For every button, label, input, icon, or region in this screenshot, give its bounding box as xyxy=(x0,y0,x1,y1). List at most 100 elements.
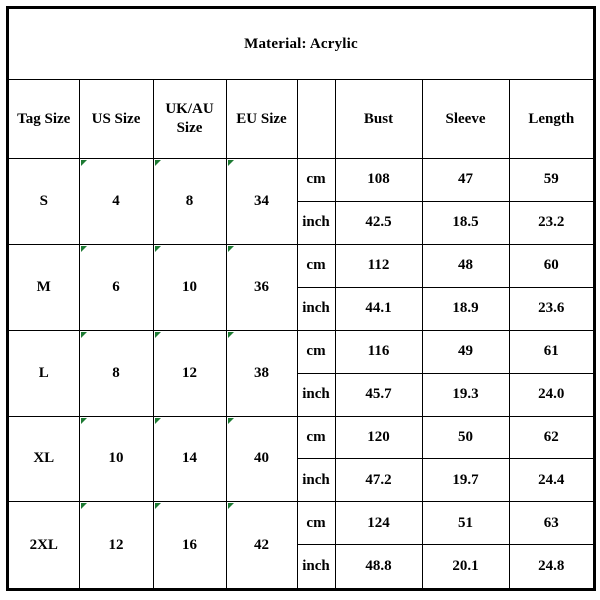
cell-uk-au-size: 8 xyxy=(152,158,227,245)
cell-note-marker-icon xyxy=(80,245,87,252)
cell-note-marker-icon xyxy=(80,160,87,166)
cell-length-cm: 61 xyxy=(508,329,596,374)
cell-sleeve-inch: 18.9 xyxy=(421,286,510,331)
material-title: Material: Acrylic xyxy=(6,7,596,80)
cell-note-marker-icon xyxy=(227,245,234,252)
cell-bust-cm: 116 xyxy=(334,329,423,374)
cell-note-marker-icon xyxy=(80,331,87,338)
cell-tag-size: 2XL xyxy=(7,501,80,591)
cell-note-marker-icon xyxy=(80,503,87,510)
cell-sleeve-inch: 19.3 xyxy=(421,372,510,417)
cell-tag-size: XL xyxy=(7,415,80,503)
cell-sleeve-cm: 50 xyxy=(421,415,510,460)
cell-eu-size: 36 xyxy=(225,243,298,331)
cell-length-cm: 59 xyxy=(508,158,596,202)
cell-tag-size: M xyxy=(7,243,80,331)
cell-sleeve-cm: 51 xyxy=(421,501,510,546)
cell-uk-au-size-value: 16 xyxy=(182,536,197,553)
title-row: Material: Acrylic xyxy=(6,7,596,80)
cell-eu-size: 42 xyxy=(225,501,298,591)
cell-us-size-value: 6 xyxy=(112,278,120,295)
cell-note-marker-icon xyxy=(154,503,161,510)
header-eu-size: EU Size xyxy=(225,79,298,159)
cell-us-size: 12 xyxy=(78,501,154,591)
cell-uk-au-size: 16 xyxy=(152,501,227,591)
cell-uk-au-size: 12 xyxy=(152,329,227,417)
cell-tag-size: S xyxy=(7,158,80,245)
cell-us-size: 8 xyxy=(78,329,154,417)
cell-tag-size: L xyxy=(7,329,80,417)
header-uk-au-size: UK/AU Size xyxy=(152,79,227,159)
cell-us-size: 6 xyxy=(78,243,154,331)
header-bust: Bust xyxy=(334,79,423,159)
header-uk-au-size-line2: Size xyxy=(176,120,203,136)
cell-bust-inch: 47.2 xyxy=(334,458,423,503)
table-row: L 8 12 38 cm 116 49 61 xyxy=(7,329,596,417)
size-chart-page: Material: Acrylic Tag Size US Size UK/AU… xyxy=(0,0,600,600)
cell-us-size-value: 10 xyxy=(108,450,124,467)
cell-sleeve-inch: 18.5 xyxy=(421,200,510,245)
cell-sleeve-cm: 49 xyxy=(421,329,510,374)
cell-note-marker-icon xyxy=(154,331,161,338)
table-row: M 6 10 36 cm 112 48 60 xyxy=(7,243,596,331)
table-row: 2XL 12 16 42 cm 124 51 63 xyxy=(7,501,596,591)
cell-length-inch: 23.2 xyxy=(508,200,596,245)
header-us-size: US Size xyxy=(78,79,154,159)
cell-uk-au-size: 14 xyxy=(152,415,227,503)
cell-bust-cm: 112 xyxy=(334,243,423,288)
cell-us-size-value: 12 xyxy=(108,536,124,553)
cell-sleeve-inch: 20.1 xyxy=(421,544,510,591)
cell-unit-inch: inch xyxy=(296,544,336,591)
cell-sleeve-cm: 48 xyxy=(421,243,510,288)
cell-unit-inch: inch xyxy=(296,286,336,331)
cell-eu-size: 40 xyxy=(225,415,298,503)
cell-uk-au-size-value: 8 xyxy=(185,192,194,209)
cell-length-inch: 24.0 xyxy=(508,372,596,417)
cell-us-size: 4 xyxy=(78,158,154,245)
cell-us-size: 10 xyxy=(78,415,154,503)
cell-length-cm: 60 xyxy=(508,243,596,288)
cell-note-marker-icon xyxy=(154,245,161,252)
cell-unit-cm: cm xyxy=(296,158,336,202)
cell-unit-cm: cm xyxy=(296,501,336,546)
cell-length-cm: 63 xyxy=(508,501,596,546)
cell-length-inch: 24.4 xyxy=(508,458,596,503)
cell-us-size-value: 4 xyxy=(112,192,120,209)
cell-length-cm: 62 xyxy=(508,415,596,460)
cell-us-size-value: 8 xyxy=(112,364,120,381)
cell-eu-size-value: 42 xyxy=(254,536,269,553)
table-row: S 4 8 34 cm 108 47 59 xyxy=(7,158,596,245)
cell-eu-size-value: 38 xyxy=(254,364,269,381)
cell-bust-inch: 48.8 xyxy=(334,544,423,591)
cell-eu-size: 34 xyxy=(225,158,298,245)
cell-uk-au-size-value: 10 xyxy=(182,278,197,295)
cell-uk-au-size-value: 14 xyxy=(182,450,197,467)
cell-bust-inch: 45.7 xyxy=(334,372,423,417)
cell-uk-au-size-value: 12 xyxy=(182,364,197,381)
cell-bust-inch: 42.5 xyxy=(334,200,423,245)
header-uk-au-size-line1: UK/AU xyxy=(165,101,214,118)
cell-unit-cm: cm xyxy=(296,415,336,460)
header-tag-size: Tag Size xyxy=(7,79,80,159)
header-row: Tag Size US Size UK/AU Size EU Size Bust… xyxy=(7,79,596,159)
cell-sleeve-inch: 19.7 xyxy=(421,458,510,503)
cell-bust-inch: 44.1 xyxy=(334,286,423,331)
cell-note-marker-icon xyxy=(227,503,234,510)
cell-unit-inch: inch xyxy=(296,372,336,417)
cell-bust-cm: 120 xyxy=(334,415,423,460)
cell-note-marker-icon xyxy=(154,417,161,424)
cell-bust-cm: 108 xyxy=(334,158,423,202)
header-length: Length xyxy=(508,79,596,159)
cell-unit-cm: cm xyxy=(296,243,336,288)
cell-eu-size-value: 34 xyxy=(254,192,269,209)
cell-eu-size-value: 36 xyxy=(254,278,269,295)
cell-unit-cm: cm xyxy=(296,329,336,374)
cell-eu-size-value: 40 xyxy=(254,450,269,467)
cell-note-marker-icon xyxy=(80,417,87,424)
cell-note-marker-icon xyxy=(154,160,161,166)
header-sleeve: Sleeve xyxy=(421,79,510,159)
cell-eu-size: 38 xyxy=(225,329,298,417)
table-row: XL 10 14 40 cm 120 50 62 xyxy=(7,415,596,503)
cell-bust-cm: 124 xyxy=(334,501,423,546)
cell-note-marker-icon xyxy=(227,331,234,338)
